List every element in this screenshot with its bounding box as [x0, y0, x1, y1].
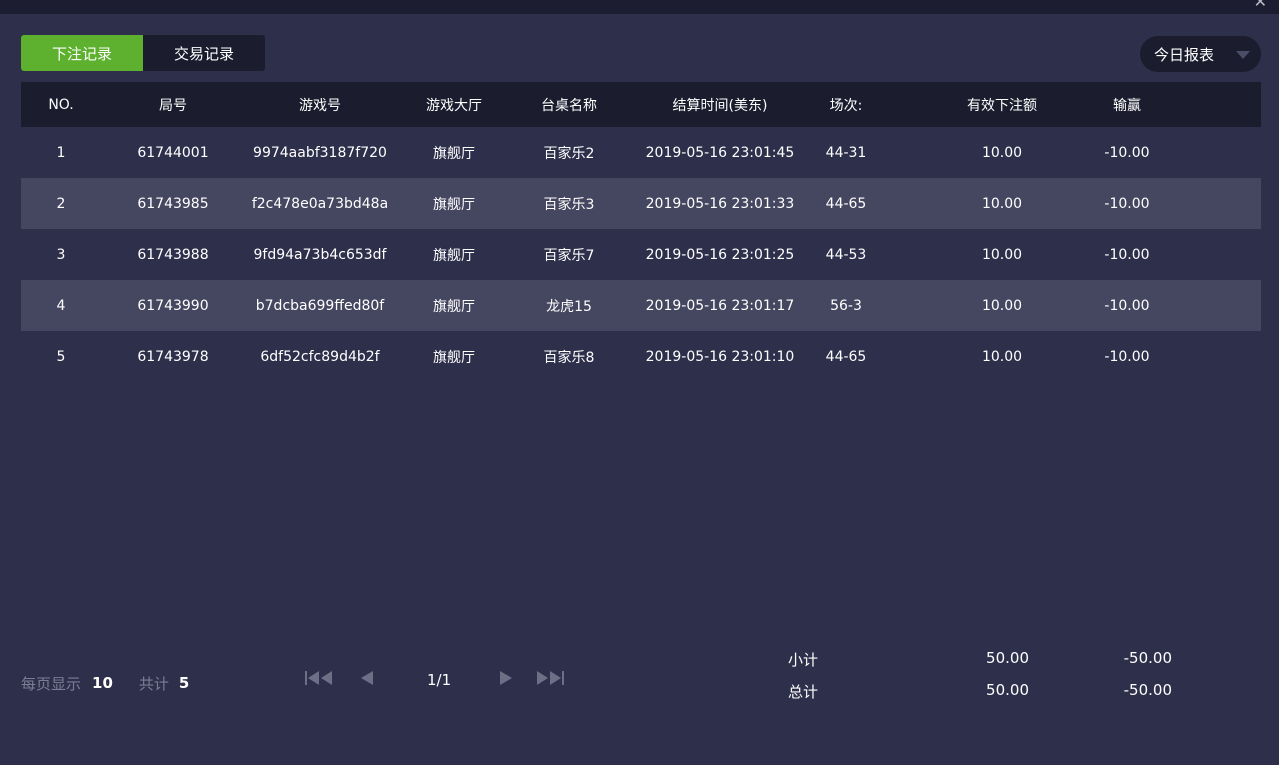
cell-settle-time: 2019-05-16 23:01:17 [645, 297, 795, 314]
records-table: NO. 局号 游戏号 游戏大厅 台桌名称 结算时间(美东) 场次: 有效下注额 … [21, 82, 1261, 382]
table-row[interactable]: 4 61743990 b7dcba699ffed80f 旗舰厅 龙虎15 201… [21, 280, 1261, 331]
cell-no: 5 [56, 348, 66, 365]
total-win-loss: -50.00 [1123, 681, 1172, 699]
cell-win-loss: -10.00 [1104, 348, 1150, 365]
subtotal-label: 小计 [788, 651, 819, 669]
cell-session: 44-65 [825, 195, 867, 212]
cell-settle-time: 2019-05-16 23:01:33 [645, 195, 795, 212]
cell-win-loss: -10.00 [1104, 195, 1150, 212]
cell-game-hall: 旗舰厅 [433, 196, 475, 213]
cell-game-hall: 旗舰厅 [433, 298, 475, 315]
subtotal-win-loss: -50.00 [1123, 649, 1172, 667]
cell-valid-bet: 10.00 [981, 246, 1023, 263]
cell-game-id: 6df52cfc89d4b2f [260, 348, 380, 365]
cell-settle-time: 2019-05-16 23:01:10 [645, 348, 795, 365]
report-dropdown[interactable]: 今日报表 [1140, 36, 1261, 72]
subtotal-bet: 50.00 [986, 649, 1029, 667]
header-game-hall: 游戏大厅 [426, 97, 482, 114]
total-label: 总计 [788, 683, 819, 701]
bet-records-page: ✕ 下注记录 交易记录 今日报表 NO. 局号 游戏号 游戏大厅 台桌名称 结算… [0, 0, 1279, 765]
cell-no: 3 [56, 246, 66, 263]
next-page-icon[interactable] [499, 671, 513, 685]
header-game-id: 游戏号 [299, 97, 341, 114]
cell-game-id: b7dcba699ffed80f [255, 297, 385, 314]
page-indicator: 1/1 [427, 671, 452, 689]
close-icon[interactable]: ✕ [1254, 0, 1267, 10]
cell-valid-bet: 10.00 [981, 195, 1023, 212]
per-page-label: 每页显示 [21, 674, 82, 693]
total-count-label: 共计 [138, 674, 169, 693]
total-bet: 50.00 [986, 681, 1029, 699]
total-count-value: 5 [178, 674, 190, 692]
per-page-value: 10 [92, 674, 113, 692]
cell-table-name: 百家乐3 [543, 196, 595, 213]
table-row[interactable]: 2 61743985 f2c478e0a73bd48a 旗舰厅 百家乐3 201… [21, 178, 1261, 229]
cell-no: 4 [56, 297, 66, 314]
report-dropdown-label: 今日报表 [1154, 45, 1215, 64]
last-page-icon[interactable] [536, 670, 566, 686]
cell-session: 44-53 [825, 246, 867, 263]
table-row[interactable]: 3 61743988 9fd94a73b4c653df 旗舰厅 百家乐7 201… [21, 229, 1261, 280]
cell-win-loss: -10.00 [1104, 144, 1150, 161]
cell-table-name: 龙虎15 [546, 298, 592, 315]
cell-table-name: 百家乐8 [543, 349, 595, 366]
tab-bet-records[interactable]: 下注记录 [21, 35, 143, 71]
cell-round-id: 61744001 [137, 144, 209, 161]
cell-settle-time: 2019-05-16 23:01:45 [645, 144, 795, 161]
header-table-name: 台桌名称 [541, 97, 597, 114]
tab-transaction-records[interactable]: 交易记录 [143, 35, 265, 71]
record-tabs: 下注记录 交易记录 [21, 35, 265, 71]
header-valid-bet: 有效下注额 [967, 97, 1037, 114]
header-round-id: 局号 [159, 97, 187, 114]
cell-game-hall: 旗舰厅 [433, 145, 475, 162]
cell-game-id: 9974aabf3187f720 [253, 144, 387, 161]
page-info: 每页显示 10 共计 5 [21, 672, 189, 694]
cell-round-id: 61743985 [137, 195, 209, 212]
cell-session: 44-31 [825, 144, 867, 161]
cell-valid-bet: 10.00 [981, 348, 1023, 365]
cell-round-id: 61743990 [137, 297, 209, 314]
first-page-icon[interactable] [305, 670, 335, 686]
cell-win-loss: -10.00 [1104, 246, 1150, 263]
cell-win-loss: -10.00 [1104, 297, 1150, 314]
cell-no: 1 [56, 144, 66, 161]
table-row[interactable]: 5 61743978 6df52cfc89d4b2f 旗舰厅 百家乐8 2019… [21, 331, 1261, 382]
table-header: NO. 局号 游戏号 游戏大厅 台桌名称 结算时间(美东) 场次: 有效下注额 … [21, 82, 1261, 127]
header-win-loss: 输赢 [1113, 97, 1141, 114]
prev-page-icon[interactable] [360, 671, 374, 685]
cell-session: 44-65 [825, 348, 867, 365]
caret-down-icon [1236, 51, 1250, 59]
cell-round-id: 61743988 [137, 246, 209, 263]
cell-valid-bet: 10.00 [981, 297, 1023, 314]
header-settle-time: 结算时间(美东) [672, 97, 768, 114]
cell-valid-bet: 10.00 [981, 144, 1023, 161]
cell-game-id: 9fd94a73b4c653df [253, 246, 387, 263]
cell-settle-time: 2019-05-16 23:01:25 [645, 246, 795, 263]
header-session: 场次: [829, 97, 863, 114]
cell-table-name: 百家乐2 [543, 145, 595, 162]
cell-game-hall: 旗舰厅 [433, 247, 475, 264]
cell-table-name: 百家乐7 [543, 247, 595, 264]
header-no: NO. [48, 96, 74, 113]
cell-no: 2 [56, 195, 66, 212]
table-row[interactable]: 1 61744001 9974aabf3187f720 旗舰厅 百家乐2 201… [21, 127, 1261, 178]
cell-round-id: 61743978 [137, 348, 209, 365]
cell-session: 56-3 [830, 297, 862, 314]
cell-game-id: f2c478e0a73bd48a [251, 195, 389, 212]
cell-game-hall: 旗舰厅 [433, 349, 475, 366]
title-strip [0, 0, 1279, 14]
